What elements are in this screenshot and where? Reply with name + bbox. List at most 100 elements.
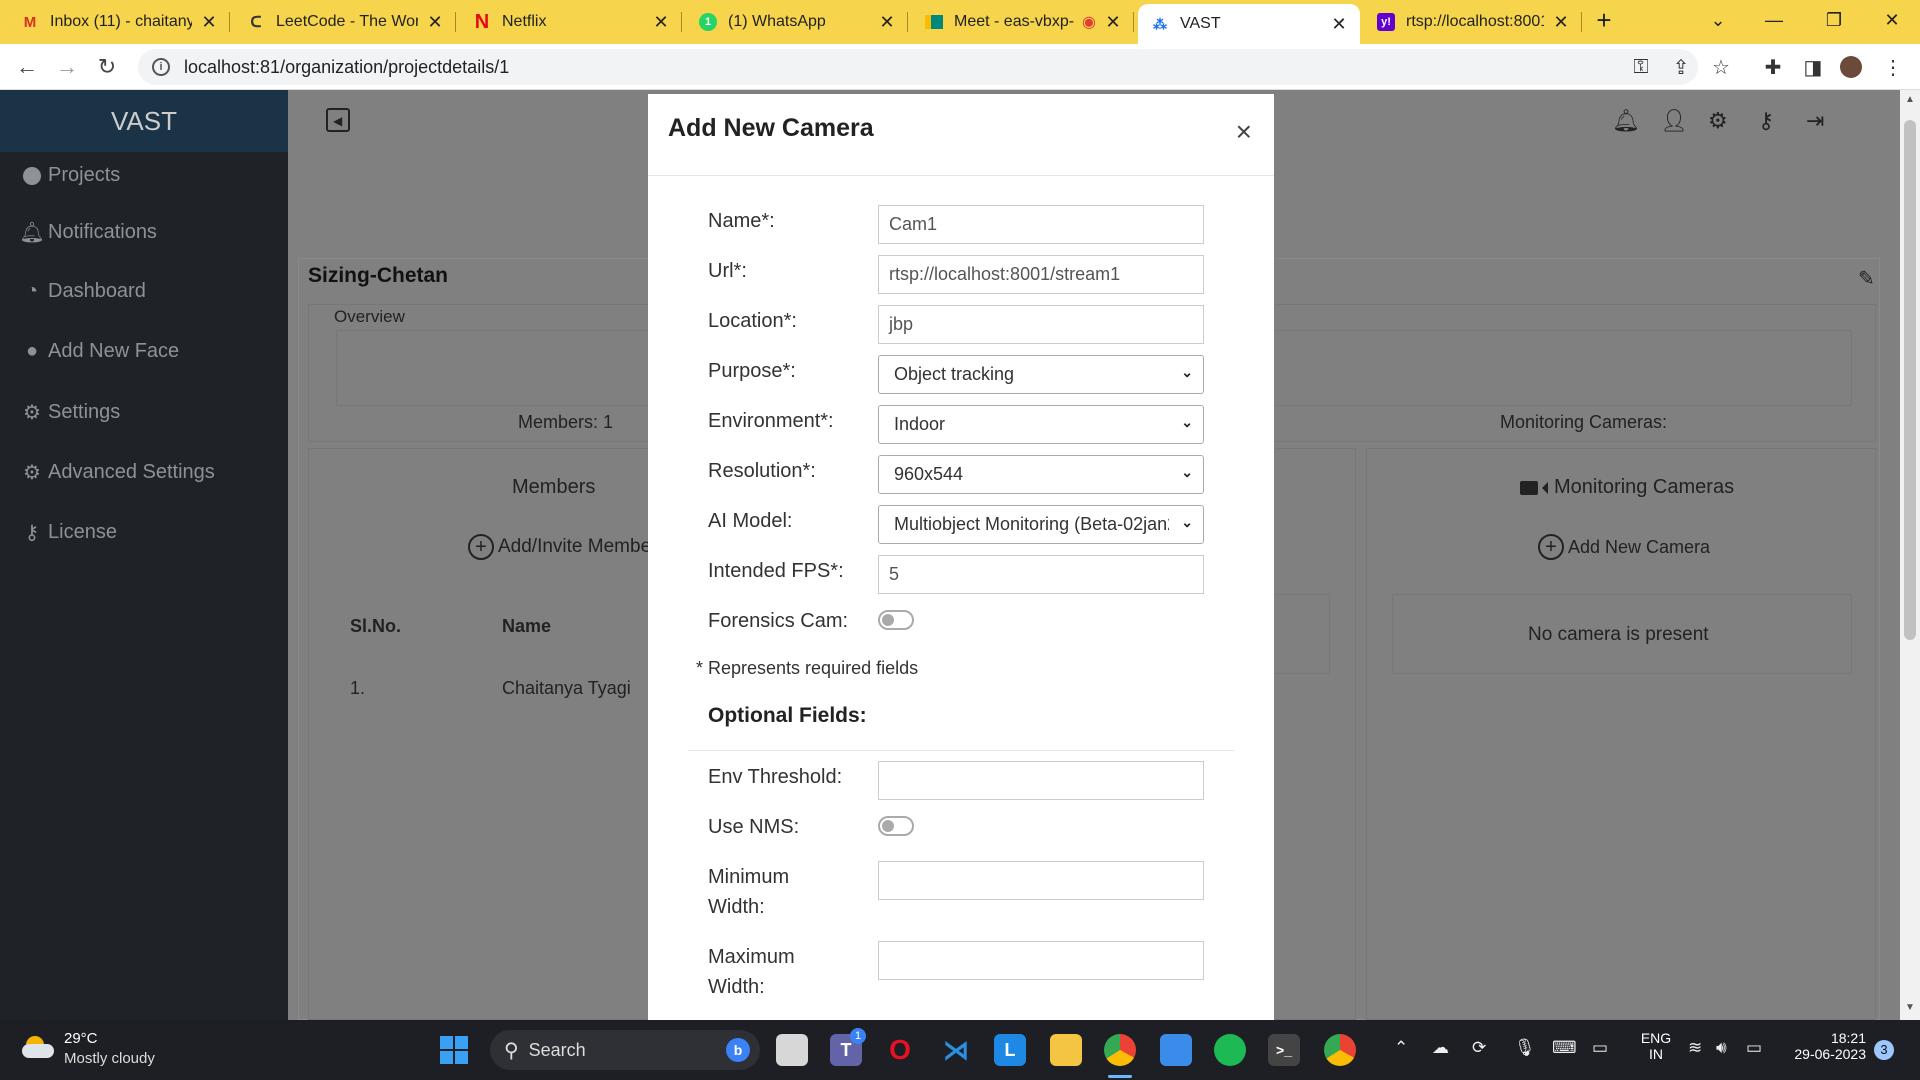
sidebar-item-license[interactable]: ⚷ License bbox=[22, 520, 117, 545]
monitoring-cameras-heading: Monitoring Cameras bbox=[1520, 476, 1734, 499]
tab-netflix[interactable]: N Netflix ✕ bbox=[460, 4, 682, 40]
page-scrollbar[interactable]: ▲ ▼ bbox=[1900, 90, 1920, 1020]
tray-overflow-icon[interactable]: ⌃ bbox=[1394, 1038, 1408, 1058]
location-input[interactable]: jbp bbox=[878, 305, 1204, 344]
terminal-icon[interactable]: >_ bbox=[1268, 1034, 1300, 1066]
task-view-icon[interactable] bbox=[776, 1034, 808, 1066]
ai-model-select[interactable]: Multiobject Monitoring (Beta-02jan2 ⌄ bbox=[878, 505, 1204, 544]
volume-icon[interactable]: 🔊︎ bbox=[1716, 1038, 1727, 1058]
tab-rtsp[interactable]: y! rtsp://localhost:8001/ ✕ bbox=[1364, 4, 1582, 40]
display-icon[interactable]: ▭ bbox=[1592, 1038, 1608, 1058]
opera-icon[interactable]: O bbox=[884, 1034, 916, 1066]
onedrive-icon[interactable]: ☁ bbox=[1432, 1038, 1449, 1058]
new-tab-button[interactable]: + bbox=[1584, 0, 1624, 40]
resolution-select[interactable]: 960x544 ⌄ bbox=[878, 455, 1204, 494]
notification-badge[interactable]: 3 bbox=[1874, 1040, 1894, 1060]
reload-button[interactable]: ↻ bbox=[92, 52, 122, 82]
tab-vast[interactable]: ⁂ VAST ✕ bbox=[1138, 4, 1360, 44]
tab-whatsapp[interactable]: 1 (1) WhatsApp ✕ bbox=[686, 4, 908, 40]
notepad-icon[interactable] bbox=[1160, 1034, 1192, 1066]
scrollbar-thumb[interactable] bbox=[1904, 120, 1916, 640]
bookmark-star-icon[interactable]: ☆ bbox=[1708, 54, 1734, 80]
location-label: Location*: bbox=[708, 310, 797, 332]
site-info-icon[interactable]: i bbox=[152, 58, 170, 76]
profile-avatar[interactable] bbox=[1838, 54, 1864, 80]
sidebar-item-settings[interactable]: ⚙ Settings bbox=[22, 400, 120, 425]
fps-input[interactable]: 5 bbox=[878, 555, 1204, 594]
address-bar[interactable]: i localhost:81/organization/projectdetai… bbox=[138, 49, 1698, 85]
env-threshold-input[interactable] bbox=[878, 761, 1204, 800]
chevron-down-icon: ⌄ bbox=[1181, 464, 1193, 480]
sync-icon[interactable]: ⟳ bbox=[1472, 1038, 1486, 1058]
sidebar-item-projects[interactable]: Projects bbox=[22, 164, 120, 187]
plus-circle-icon: + bbox=[468, 534, 494, 560]
tab-leetcode[interactable]: ᑕ LeetCode - The World ✕ bbox=[234, 4, 456, 40]
scroll-up-arrow[interactable]: ▲ bbox=[1900, 94, 1920, 105]
weather-temp[interactable]: 29°C bbox=[64, 1030, 98, 1047]
close-tab-icon[interactable]: ✕ bbox=[878, 12, 896, 33]
microphone-icon[interactable]: 🎙︎ bbox=[1514, 1038, 1536, 1058]
vscode-icon[interactable]: ⋊ bbox=[940, 1034, 972, 1066]
battery-icon[interactable]: ▭ bbox=[1746, 1038, 1762, 1058]
close-tab-icon[interactable]: ✕ bbox=[1330, 14, 1348, 35]
close-tab-icon[interactable]: ✕ bbox=[1104, 12, 1122, 33]
user-icon[interactable]: 👤︎ bbox=[1660, 108, 1688, 134]
tab-gmail[interactable]: M Inbox (11) - chaitanya ✕ bbox=[8, 4, 230, 40]
language-indicator[interactable]: ENG IN bbox=[1636, 1030, 1676, 1062]
l-app-icon[interactable]: L bbox=[994, 1034, 1026, 1066]
tab-search-icon[interactable]: ⌄ bbox=[1690, 0, 1746, 40]
close-tab-icon[interactable]: ✕ bbox=[200, 12, 218, 33]
close-tab-icon[interactable]: ✕ bbox=[1552, 12, 1570, 33]
sidebar-toggle-icon[interactable]: ◀ bbox=[326, 108, 350, 132]
close-tab-icon[interactable]: ✕ bbox=[652, 12, 670, 33]
purpose-select[interactable]: Object tracking ⌄ bbox=[878, 355, 1204, 394]
forensics-toggle[interactable] bbox=[878, 610, 914, 630]
weather-desc[interactable]: Mostly cloudy bbox=[64, 1050, 155, 1067]
environment-select[interactable]: Indoor ⌄ bbox=[878, 405, 1204, 444]
scroll-down-arrow[interactable]: ▼ bbox=[1900, 1002, 1920, 1013]
keyboard-icon[interactable]: ⌨ bbox=[1552, 1038, 1577, 1058]
add-new-camera-button[interactable]: + Add New Camera bbox=[1538, 534, 1710, 560]
taskbar-search[interactable]: ⚲ Search b bbox=[490, 1030, 760, 1070]
gear-icon[interactable]: ⚙ bbox=[1708, 108, 1728, 134]
forward-button[interactable]: → bbox=[52, 52, 82, 82]
sidebar-item-advanced-settings[interactable]: ⚙ Advanced Settings bbox=[22, 460, 215, 485]
wifi-icon[interactable]: ≋ bbox=[1688, 1038, 1702, 1058]
divider bbox=[688, 750, 1234, 751]
restore-button[interactable]: ❐ bbox=[1806, 0, 1862, 40]
file-explorer-icon[interactable] bbox=[1050, 1034, 1082, 1066]
tab-meet[interactable]: Meet - eas-vbxp- ◉ ✕ bbox=[912, 4, 1134, 40]
add-invite-member-button[interactable]: + Add/Invite Membe bbox=[468, 534, 651, 560]
minimize-button[interactable]: — bbox=[1746, 0, 1802, 40]
weather-cloud-icon[interactable] bbox=[22, 1036, 54, 1058]
name-input[interactable]: Cam1 bbox=[878, 205, 1204, 244]
extensions-icon[interactable]: ✚ bbox=[1760, 54, 1786, 80]
side-panel-icon[interactable]: ◨ bbox=[1800, 54, 1826, 80]
chrome-icon[interactable] bbox=[1324, 1034, 1356, 1066]
brand-logo[interactable]: VAST bbox=[0, 90, 288, 152]
url-input[interactable]: rtsp://localhost:8001/stream1 bbox=[878, 255, 1204, 294]
windows-start-icon[interactable] bbox=[438, 1034, 470, 1066]
close-tab-icon[interactable]: ✕ bbox=[426, 12, 444, 33]
spotify-icon[interactable] bbox=[1214, 1034, 1246, 1066]
close-icon[interactable]: × bbox=[1236, 116, 1252, 148]
close-window-button[interactable]: ✕ bbox=[1864, 0, 1920, 40]
edit-pencil-icon[interactable]: ✎ bbox=[1858, 266, 1875, 291]
share-icon[interactable]: ⇪ bbox=[1668, 54, 1694, 80]
chrome-menu-icon[interactable]: ⋮ bbox=[1880, 54, 1906, 80]
yahoo-icon: y! bbox=[1376, 12, 1396, 32]
back-button[interactable]: ← bbox=[12, 52, 42, 82]
sidebar-item-add-new-face[interactable]: ● Add New Face bbox=[22, 340, 179, 363]
use-nms-toggle[interactable] bbox=[878, 816, 914, 836]
logout-icon[interactable]: ⇥ bbox=[1806, 108, 1824, 134]
clock[interactable]: 18:21 29-06-2023 bbox=[1786, 1030, 1866, 1062]
max-width-input[interactable] bbox=[878, 941, 1204, 980]
sidebar-item-dashboard[interactable]: ◔ Dashboard bbox=[22, 280, 146, 303]
sidebar-item-notifications[interactable]: 🔔︎ Notifications bbox=[19, 220, 157, 245]
key-icon[interactable]: ⚿ bbox=[1628, 54, 1654, 80]
chrome-icon[interactable] bbox=[1104, 1034, 1136, 1066]
max-width-label-line2: Width: bbox=[708, 976, 765, 998]
min-width-input[interactable] bbox=[878, 861, 1204, 900]
key-icon[interactable]: ⚷ bbox=[1758, 108, 1774, 134]
bell-icon[interactable]: 🔔︎ bbox=[1612, 108, 1640, 134]
